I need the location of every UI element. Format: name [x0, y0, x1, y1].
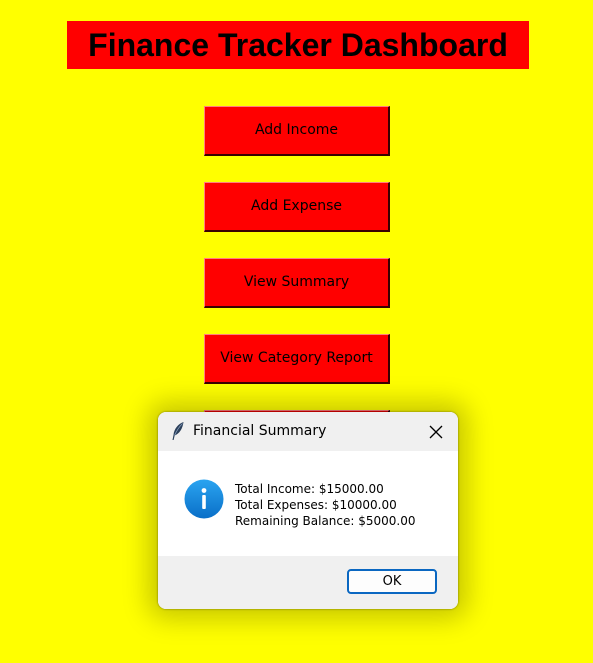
page-title: Finance Tracker Dashboard [67, 21, 529, 69]
dialog-title: Financial Summary [193, 423, 327, 439]
add-income-button[interactable]: Add Income [204, 106, 390, 156]
dialog-body: Total Income: $15000.00 Total Expenses: … [158, 451, 458, 556]
dialog-footer: OK [158, 556, 458, 609]
add-expense-button[interactable]: Add Expense [204, 182, 390, 232]
info-icon [184, 479, 224, 519]
dialog-titlebar[interactable]: Financial Summary [158, 412, 458, 451]
view-summary-button[interactable]: View Summary [204, 258, 390, 308]
close-button[interactable] [414, 412, 458, 451]
summary-message: Total Income: $15000.00 Total Expenses: … [235, 481, 416, 529]
total-income-text: Total Income: $15000.00 [235, 482, 384, 496]
total-expenses-text: Total Expenses: $10000.00 [235, 498, 397, 512]
view-category-report-button[interactable]: View Category Report [204, 334, 390, 384]
financial-summary-dialog: Financial Summary Total Income: $15000.0… [158, 412, 458, 609]
feather-icon [170, 421, 186, 441]
close-icon [429, 425, 443, 439]
ok-button[interactable]: OK [347, 569, 437, 594]
remaining-balance-text: Remaining Balance: $5000.00 [235, 514, 416, 528]
